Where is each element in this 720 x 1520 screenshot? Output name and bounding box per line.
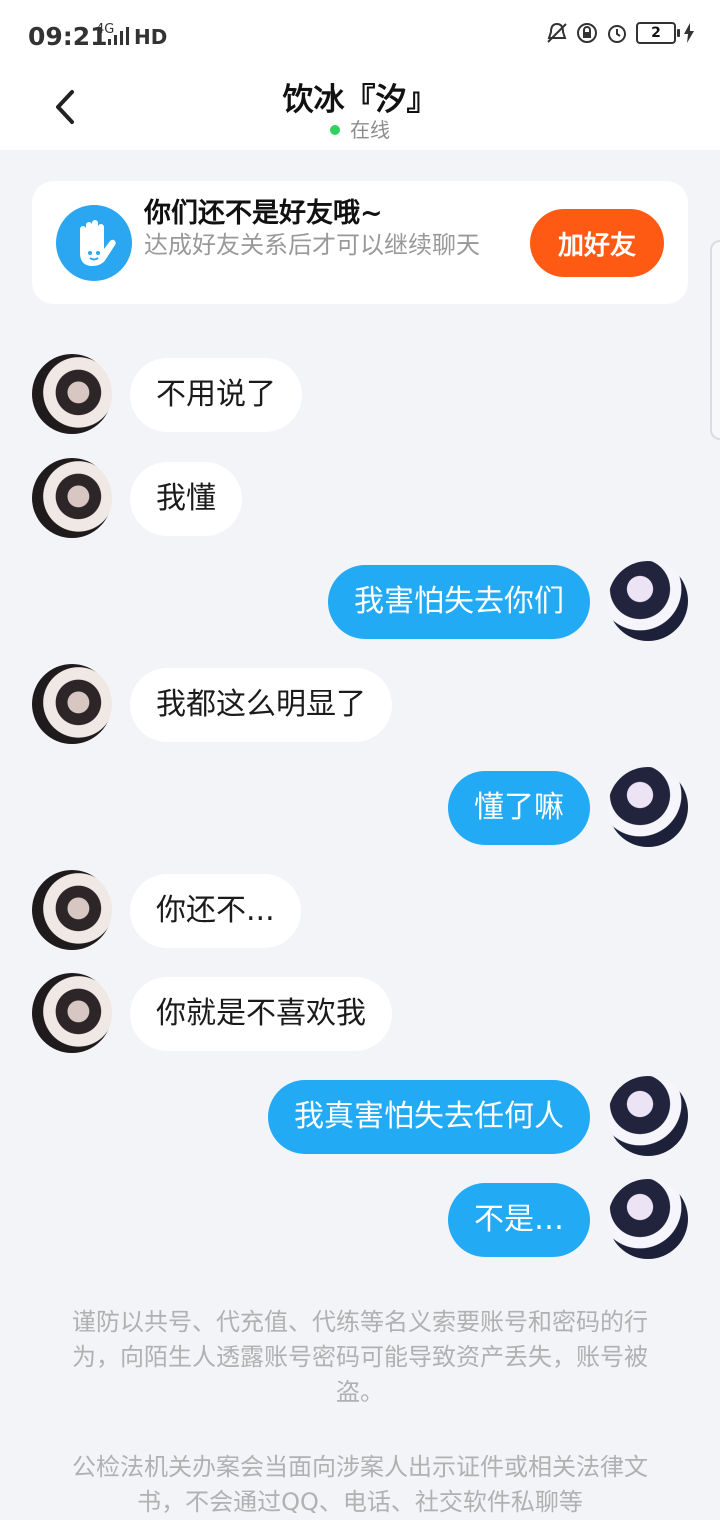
message-row: 你还不... (0, 870, 720, 954)
incoming-message-bubble[interactable]: 我都这么明显了 (130, 668, 392, 742)
status-icons: 2 (546, 22, 694, 44)
contact-avatar[interactable] (32, 973, 112, 1053)
my-avatar[interactable] (608, 1179, 688, 1259)
contact-avatar[interactable] (32, 664, 112, 744)
mute-bell-icon (547, 22, 567, 43)
chat-title: 饮冰『汐』 (282, 82, 438, 118)
alarm-icon (608, 25, 626, 43)
message-row: 懂了嘛 (0, 767, 720, 851)
charging-icon (684, 23, 694, 43)
message-row: 我真害怕失去任何人 (0, 1076, 720, 1160)
contact-avatar[interactable] (32, 354, 112, 434)
outgoing-message-bubble[interactable]: 我害怕失去你们 (328, 565, 590, 639)
signal-icon (108, 27, 129, 45)
message-row: 不是… (0, 1179, 720, 1263)
contact-avatar[interactable] (32, 870, 112, 950)
my-avatar[interactable] (608, 1076, 688, 1156)
message-row: 不用说了 (0, 354, 720, 438)
presence-status: 在线 (0, 114, 720, 143)
presence-label: 在线 (350, 118, 390, 142)
message-row: 我害怕失去你们 (0, 561, 720, 645)
not-friends-card: 你们还不是好友哦~ 达成好友关系后才可以继续聊天 加好友 (32, 181, 688, 304)
not-friends-subtitle: 达成好友关系后才可以继续聊天 (144, 231, 480, 259)
outgoing-message-bubble[interactable]: 不是… (448, 1183, 590, 1257)
status-bar: 09:21 4G HD 2 (0, 0, 720, 72)
hd-indicator: HD (134, 25, 168, 49)
outgoing-message-bubble[interactable]: 懂了嘛 (448, 771, 590, 845)
security-notice: 公检法机关办案会当面向涉案人出示证件或相关法律文书，不会通过QQ、电话、社交软件… (72, 1453, 648, 1516)
online-dot-icon (330, 124, 340, 135)
message-row: 你就是不喜欢我 (0, 973, 720, 1057)
incoming-message-bubble[interactable]: 我懂 (130, 462, 242, 536)
incoming-message-bubble[interactable]: 你还不... (130, 874, 301, 948)
incoming-message-bubble[interactable]: 不用说了 (130, 358, 302, 432)
contact-avatar[interactable] (32, 458, 112, 538)
lock-rotation-icon (577, 23, 597, 43)
my-avatar[interactable] (608, 767, 688, 847)
my-avatar[interactable] (608, 561, 688, 641)
battery-icon: 2 (636, 22, 680, 44)
not-friends-title: 你们还不是好友哦~ (144, 198, 383, 229)
wave-hand-icon (56, 205, 132, 281)
add-friend-button[interactable]: 加好友 (530, 209, 664, 277)
message-row: 我都这么明显了 (0, 664, 720, 748)
security-notice: 谨防以共号、代充值、代练等名义索要账号和密码的行为，向陌生人透露账号密码可能导致… (72, 1308, 648, 1406)
chat-header: 饮冰『汐』 在线 (0, 72, 720, 150)
incoming-message-bubble[interactable]: 你就是不喜欢我 (130, 977, 392, 1051)
outgoing-message-bubble[interactable]: 我真害怕失去任何人 (268, 1080, 590, 1154)
message-row: 我懂 (0, 458, 720, 542)
